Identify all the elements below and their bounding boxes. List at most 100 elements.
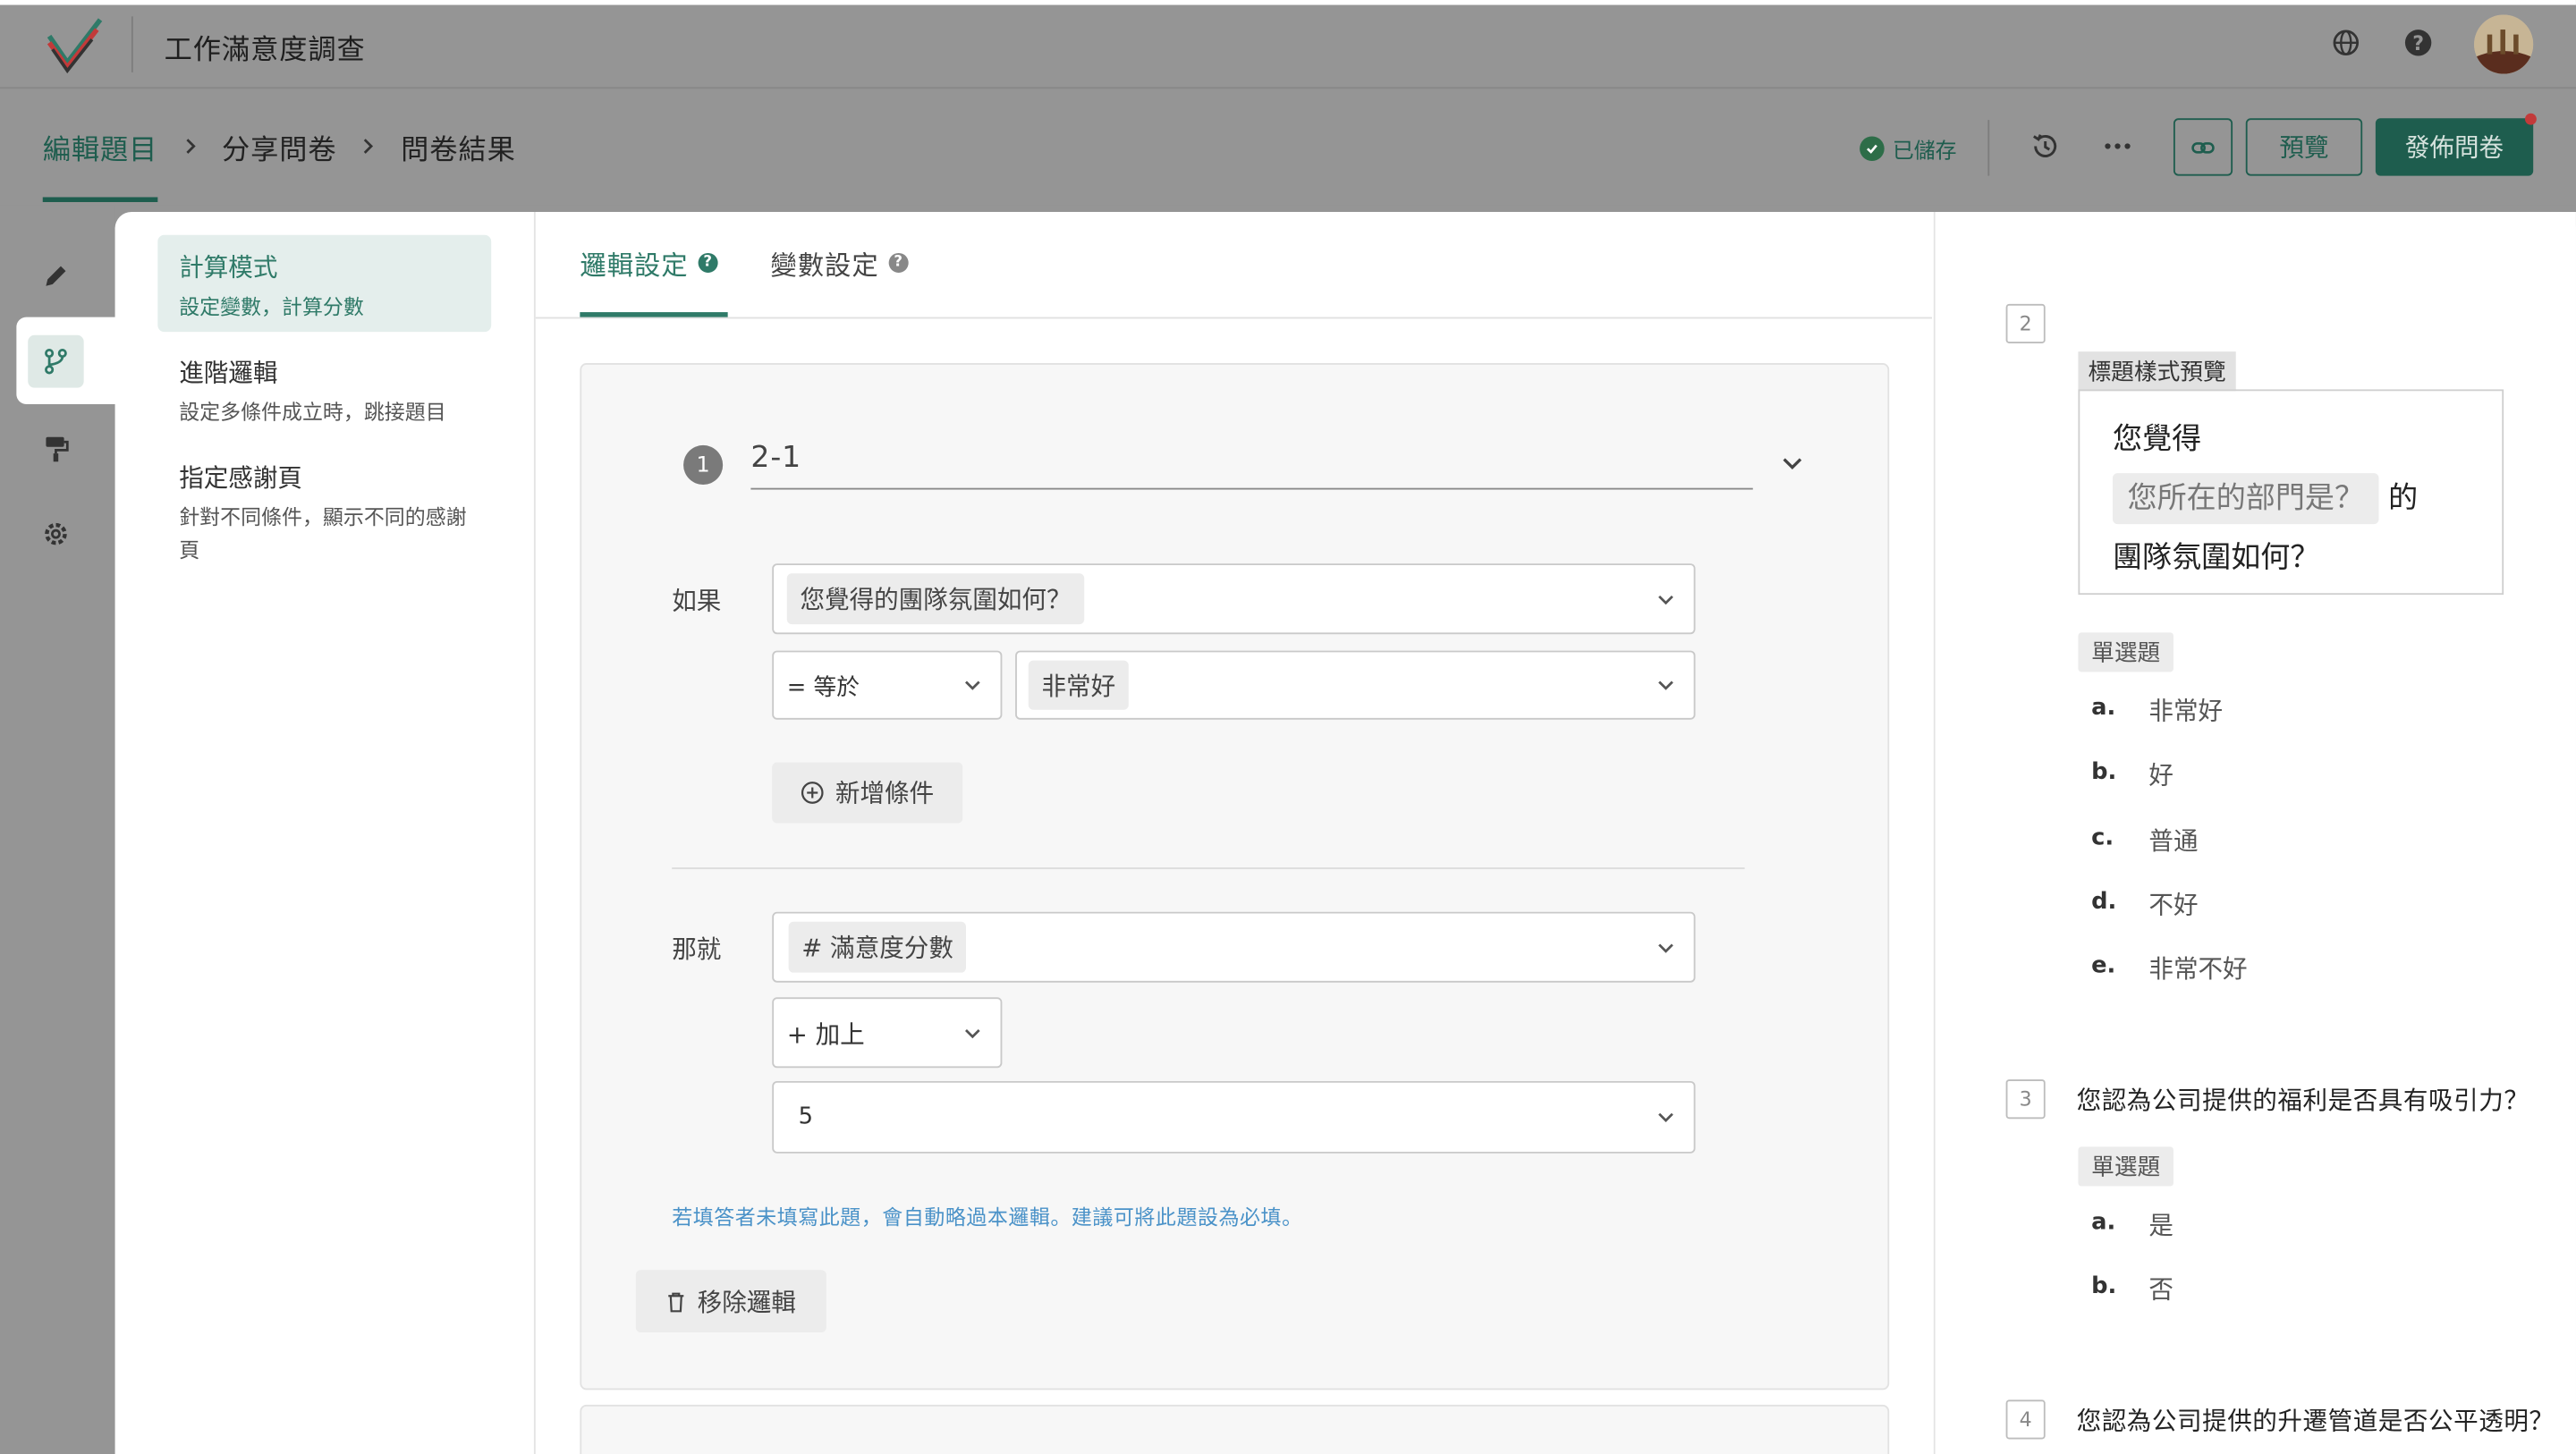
- logic-rule-card: [580, 1404, 1890, 1454]
- chevron-down-icon: [965, 681, 980, 690]
- chevron-down-icon: [965, 1028, 980, 1038]
- gear-icon[interactable]: [39, 518, 72, 551]
- operator-select[interactable]: = 等於: [772, 650, 1003, 720]
- step-share[interactable]: 分享問卷: [222, 126, 337, 168]
- question-number: 2: [2005, 303, 2046, 343]
- help-icon[interactable]: ?: [888, 252, 909, 273]
- nav-thanks-page[interactable]: 指定感謝頁 針對不同條件，顯示不同的感謝頁: [157, 445, 491, 581]
- nav-item-title: 計算模式: [179, 252, 278, 283]
- tab-variable-settings[interactable]: 變數設定 ?: [770, 243, 909, 283]
- step-results[interactable]: 問卷結果: [401, 126, 516, 168]
- option-text: 是: [2148, 1211, 2174, 1241]
- option-text: 不好: [2148, 890, 2199, 920]
- question-number: 4: [2005, 1399, 2046, 1440]
- selected-question-chip: 您覺得的團隊氛圍如何？: [786, 573, 1085, 625]
- option-letter: b.: [2091, 758, 2117, 786]
- top-bar: [0, 0, 2576, 89]
- nav-item-desc: 設定多條件成立時，跳接題目: [179, 399, 446, 425]
- avatar[interactable]: [2474, 14, 2534, 74]
- preview-button[interactable]: 預覽: [2245, 118, 2363, 176]
- step-edit[interactable]: 編輯題目: [43, 126, 158, 168]
- more-icon[interactable]: [2101, 130, 2134, 163]
- svg-text:?: ?: [2412, 33, 2424, 55]
- remove-logic-label: 移除邏輯: [697, 1287, 796, 1317]
- selected-answer-chip: 非常好: [1028, 660, 1129, 710]
- tab-label: 邏輯設定: [580, 249, 689, 282]
- nav-item-title: 指定感謝頁: [179, 463, 302, 494]
- question-title: 您認為公司提供的升遷管道是否公平透明？: [2076, 1406, 2555, 1436]
- active-tab-underline: [580, 312, 728, 317]
- divider: [1987, 120, 1990, 176]
- question-select[interactable]: 您覺得的團隊氛圍如何？: [772, 563, 1696, 635]
- option-letter: a.: [2091, 1209, 2116, 1236]
- title-text: 團隊氛圍如何？: [2112, 540, 2320, 576]
- title-style-preview-label: 標題樣式預覽: [2078, 351, 2236, 392]
- nav-item-desc: 針對不同條件，顯示不同的感謝頁: [179, 504, 467, 562]
- title-text: 您覺得: [2112, 422, 2202, 457]
- title-style-preview: 您覺得 您所在的部門是？ 的 團隊氛圍如何？: [2078, 389, 2504, 596]
- question-type-badge: 單選題: [2078, 1146, 2174, 1187]
- chevron-down-icon: [1658, 595, 1674, 604]
- rule-number-badge: 1: [683, 444, 724, 486]
- notification-dot: [2525, 113, 2537, 125]
- remove-logic-button[interactable]: 移除邏輯: [635, 1270, 826, 1333]
- title-text: 的: [2388, 481, 2419, 516]
- nav-calc-mode[interactable]: 計算模式 設定變數，計算分數: [157, 234, 492, 333]
- app-logo-icon[interactable]: [43, 13, 106, 76]
- option-letter: b.: [2091, 1272, 2117, 1300]
- option-text: 非常不好: [2148, 954, 2248, 985]
- trash-icon: [669, 1291, 685, 1312]
- publish-button[interactable]: 發佈問卷: [2375, 118, 2534, 176]
- add-condition-label: 新增條件: [835, 778, 935, 808]
- saved-status: 已儲存: [1860, 133, 1957, 165]
- add-condition-button[interactable]: 新增條件: [772, 762, 963, 824]
- action-select[interactable]: + 加上: [772, 997, 1003, 1069]
- rule-name-input[interactable]: 2-1: [750, 440, 801, 475]
- chevron-down-icon: [1658, 1112, 1674, 1122]
- pencil-icon[interactable]: [39, 259, 72, 292]
- tab-label: 變數設定: [770, 249, 879, 282]
- logic-rule-card: [580, 363, 1890, 1391]
- selected-variable-chip: # 滿意度分數: [788, 921, 967, 973]
- nav-item-title: 進階邏輯: [179, 358, 278, 388]
- tab-logic-settings[interactable]: 邏輯設定 ?: [580, 243, 718, 283]
- amount-value: 5: [798, 1103, 814, 1131]
- amount-select[interactable]: 5: [772, 1080, 1696, 1154]
- if-label: 如果: [672, 586, 722, 616]
- chevron-right-icon: [186, 139, 196, 154]
- option-text: 否: [2148, 1274, 2174, 1305]
- globe-icon[interactable]: [2329, 26, 2362, 59]
- chevron-down-icon[interactable]: [1779, 450, 1805, 476]
- saved-label: 已儲存: [1892, 139, 1957, 165]
- title-variable-chip: 您所在的部門是？: [2112, 473, 2379, 525]
- check-circle-icon: [1860, 136, 1885, 162]
- paint-roller-icon[interactable]: [39, 432, 72, 465]
- question-number: 3: [2005, 1079, 2046, 1120]
- chevron-right-icon: [363, 139, 374, 154]
- active-step-underline: [42, 197, 158, 202]
- nav-item-desc: 設定變數，計算分數: [179, 293, 364, 319]
- branch-icon: [45, 348, 67, 375]
- divider: [672, 867, 1745, 869]
- option-letter: e.: [2091, 952, 2116, 980]
- variable-select[interactable]: # 滿意度分數: [772, 911, 1696, 983]
- option-letter: c.: [2091, 824, 2114, 851]
- rule-name-underline: [750, 487, 1753, 490]
- tabs-divider: [535, 317, 1932, 319]
- logic-hint-text: 若填答者未填寫此題，會自動略過本邏輯。建議可將此題設為必填。: [672, 1204, 1303, 1230]
- option-letter: d.: [2091, 888, 2117, 916]
- help-icon[interactable]: ?: [698, 252, 718, 273]
- nav-advanced-logic[interactable]: 進階邏輯 設定多條件成立時，跳接題目: [157, 340, 491, 444]
- link-icon: [2191, 141, 2215, 153]
- option-text: 好: [2148, 760, 2174, 790]
- question-title: 您認為公司提供的福利是否具有吸引力？: [2076, 1086, 2529, 1116]
- chevron-down-icon: [1658, 943, 1674, 952]
- copy-link-button[interactable]: [2173, 118, 2233, 176]
- answer-value-select[interactable]: 非常好: [1015, 650, 1696, 720]
- question-type-badge: 單選題: [2078, 632, 2174, 672]
- history-icon[interactable]: [2029, 130, 2062, 163]
- chevron-down-icon: [1658, 681, 1674, 690]
- option-letter: a.: [2091, 695, 2116, 722]
- help-icon[interactable]: ?: [2402, 26, 2435, 59]
- operator-value: = 等於: [786, 675, 860, 702]
